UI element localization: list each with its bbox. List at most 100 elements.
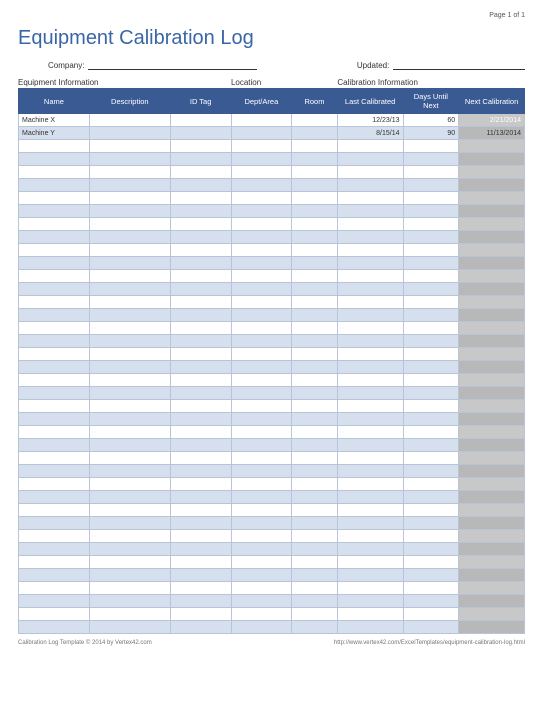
cell-empty[interactable]: [231, 595, 292, 608]
cell-empty[interactable]: [89, 530, 170, 543]
cell-empty[interactable]: [337, 556, 403, 569]
cell-empty[interactable]: [19, 140, 90, 153]
cell-empty[interactable]: [292, 309, 338, 322]
cell-empty[interactable]: [403, 296, 459, 309]
cell-empty[interactable]: [19, 244, 90, 257]
cell-dept[interactable]: [231, 114, 292, 127]
cell-next[interactable]: [459, 426, 525, 439]
cell-empty[interactable]: [170, 205, 231, 218]
cell-empty[interactable]: [337, 192, 403, 205]
cell-empty[interactable]: [89, 348, 170, 361]
cell-last[interactable]: 8/15/14: [337, 127, 403, 140]
cell-empty[interactable]: [19, 166, 90, 179]
cell-next[interactable]: [459, 387, 525, 400]
cell-empty[interactable]: [19, 569, 90, 582]
cell-empty[interactable]: [337, 530, 403, 543]
cell-empty[interactable]: [19, 179, 90, 192]
cell-next[interactable]: [459, 361, 525, 374]
cell-next[interactable]: [459, 556, 525, 569]
cell-empty[interactable]: [19, 556, 90, 569]
cell-empty[interactable]: [403, 179, 459, 192]
cell-empty[interactable]: [19, 543, 90, 556]
cell-empty[interactable]: [170, 556, 231, 569]
cell-empty[interactable]: [231, 413, 292, 426]
cell-empty[interactable]: [403, 231, 459, 244]
cell-empty[interactable]: [170, 140, 231, 153]
cell-next[interactable]: [459, 569, 525, 582]
cell-empty[interactable]: [337, 322, 403, 335]
cell-empty[interactable]: [170, 491, 231, 504]
cell-empty[interactable]: [89, 504, 170, 517]
cell-empty[interactable]: [403, 595, 459, 608]
cell-empty[interactable]: [89, 270, 170, 283]
cell-empty[interactable]: [19, 426, 90, 439]
cell-empty[interactable]: [403, 517, 459, 530]
cell-empty[interactable]: [403, 218, 459, 231]
cell-empty[interactable]: [292, 166, 338, 179]
cell-empty[interactable]: [403, 335, 459, 348]
cell-empty[interactable]: [89, 491, 170, 504]
cell-empty[interactable]: [337, 491, 403, 504]
cell-empty[interactable]: [231, 400, 292, 413]
cell-empty[interactable]: [19, 465, 90, 478]
cell-empty[interactable]: [170, 218, 231, 231]
cell-empty[interactable]: [403, 244, 459, 257]
cell-empty[interactable]: [19, 348, 90, 361]
cell-empty[interactable]: [170, 361, 231, 374]
cell-empty[interactable]: [403, 491, 459, 504]
cell-empty[interactable]: [403, 140, 459, 153]
cell-empty[interactable]: [231, 621, 292, 634]
cell-next[interactable]: [459, 179, 525, 192]
cell-next[interactable]: [459, 296, 525, 309]
cell-empty[interactable]: [231, 504, 292, 517]
cell-empty[interactable]: [89, 582, 170, 595]
cell-empty[interactable]: [403, 582, 459, 595]
cell-next[interactable]: [459, 257, 525, 270]
cell-empty[interactable]: [231, 335, 292, 348]
cell-empty[interactable]: [292, 140, 338, 153]
cell-empty[interactable]: [19, 153, 90, 166]
cell-empty[interactable]: [292, 296, 338, 309]
cell-empty[interactable]: [231, 244, 292, 257]
cell-empty[interactable]: [337, 374, 403, 387]
cell-empty[interactable]: [292, 439, 338, 452]
cell-empty[interactable]: [292, 595, 338, 608]
cell-empty[interactable]: [170, 543, 231, 556]
cell-empty[interactable]: [337, 400, 403, 413]
cell-empty[interactable]: [19, 530, 90, 543]
cell-next[interactable]: [459, 205, 525, 218]
cell-empty[interactable]: [231, 348, 292, 361]
cell-empty[interactable]: [170, 257, 231, 270]
cell-empty[interactable]: [292, 543, 338, 556]
cell-empty[interactable]: [231, 465, 292, 478]
cell-empty[interactable]: [89, 257, 170, 270]
cell-next[interactable]: [459, 504, 525, 517]
cell-empty[interactable]: [231, 374, 292, 387]
cell-empty[interactable]: [89, 218, 170, 231]
cell-empty[interactable]: [403, 439, 459, 452]
cell-empty[interactable]: [292, 257, 338, 270]
cell-empty[interactable]: [170, 582, 231, 595]
cell-empty[interactable]: [337, 335, 403, 348]
cell-empty[interactable]: [403, 257, 459, 270]
cell-empty[interactable]: [403, 374, 459, 387]
cell-empty[interactable]: [19, 582, 90, 595]
cell-empty[interactable]: [89, 595, 170, 608]
cell-empty[interactable]: [19, 270, 90, 283]
cell-empty[interactable]: [170, 374, 231, 387]
cell-empty[interactable]: [292, 374, 338, 387]
cell-empty[interactable]: [19, 361, 90, 374]
cell-empty[interactable]: [231, 556, 292, 569]
cell-empty[interactable]: [89, 517, 170, 530]
cell-empty[interactable]: [19, 205, 90, 218]
cell-empty[interactable]: [403, 192, 459, 205]
cell-last[interactable]: 12/23/13: [337, 114, 403, 127]
cell-empty[interactable]: [292, 270, 338, 283]
cell-empty[interactable]: [170, 465, 231, 478]
cell-next[interactable]: [459, 309, 525, 322]
cell-next[interactable]: [459, 166, 525, 179]
cell-next[interactable]: [459, 400, 525, 413]
cell-empty[interactable]: [337, 478, 403, 491]
cell-empty[interactable]: [292, 452, 338, 465]
cell-empty[interactable]: [19, 517, 90, 530]
